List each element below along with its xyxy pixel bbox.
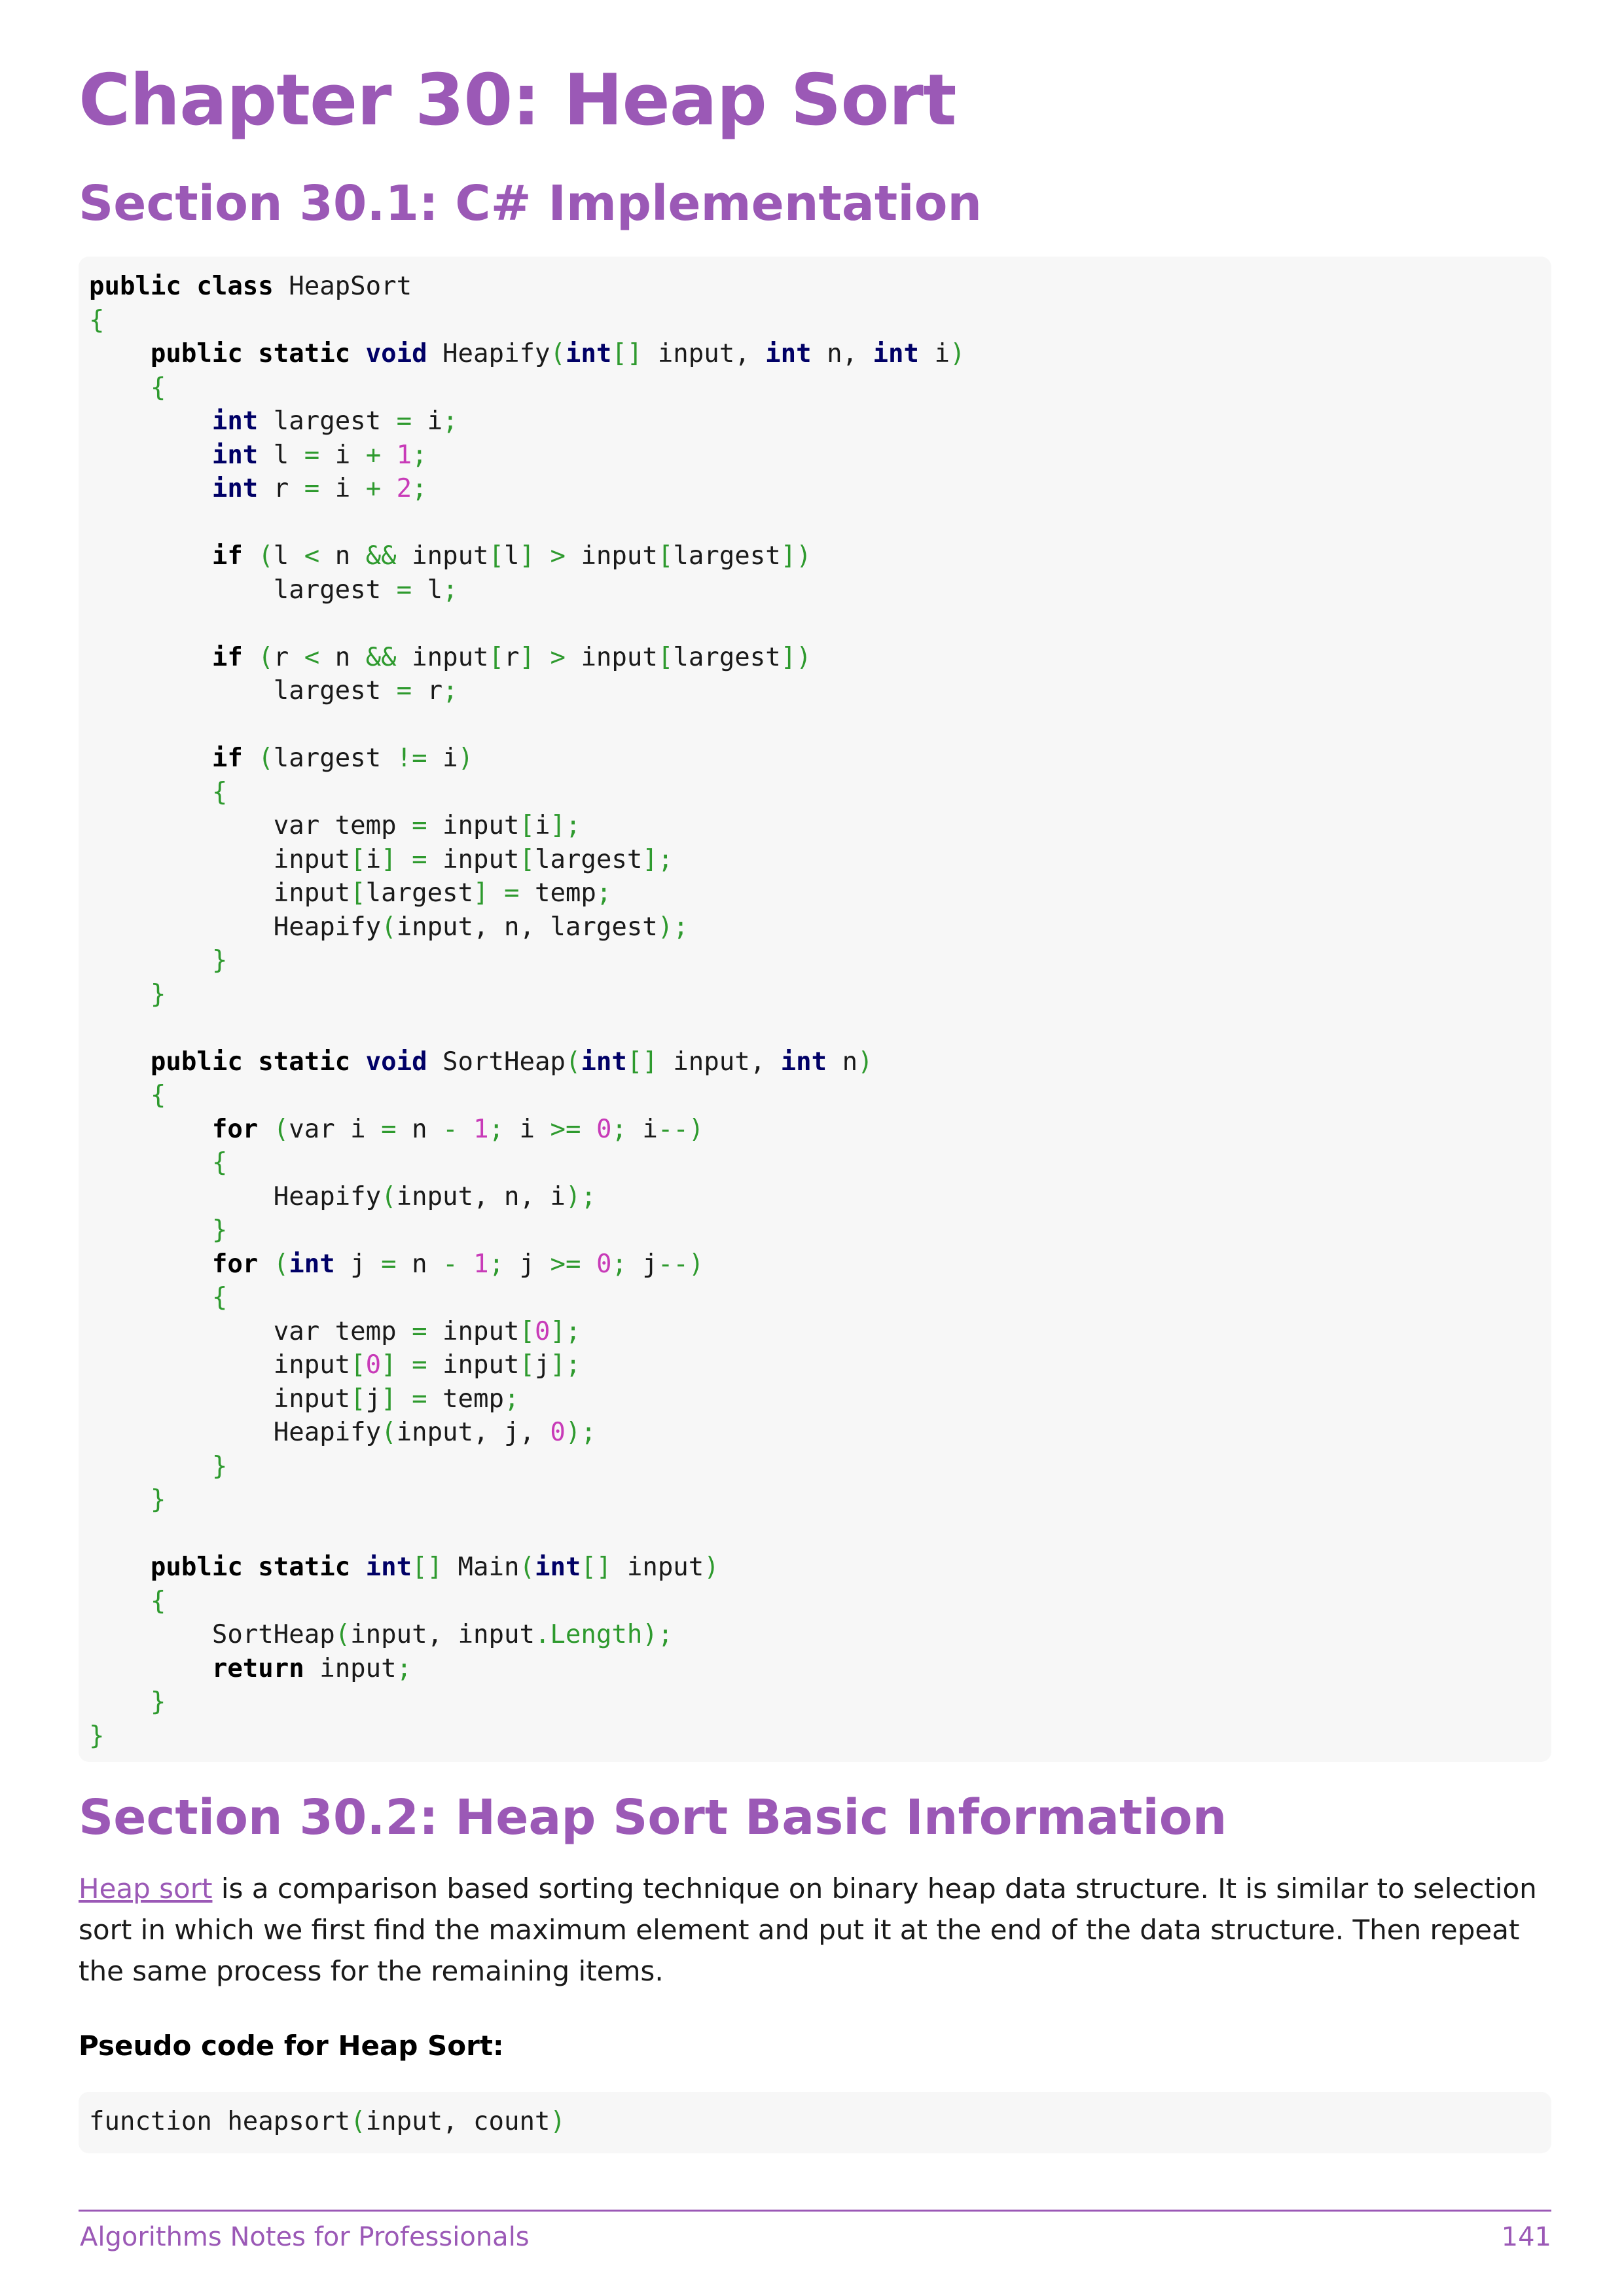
- footer-page-number: 141: [1501, 2222, 1551, 2252]
- code-line: input[i] = input[largest];: [89, 844, 674, 874]
- code-line: if (r < n && input[r] > input[largest]): [211, 642, 812, 672]
- code-line: SortHeap(input, input.Length);: [89, 1620, 674, 1649]
- pseudo-code-listing: function heapsort(input, count): [89, 2105, 1551, 2139]
- code-line: }: [150, 979, 166, 1009]
- code-line: public static void SortHeap(int[] input,…: [150, 1047, 873, 1077]
- code-line: }: [89, 1721, 105, 1751]
- code-line: var temp = input[i];: [89, 811, 581, 840]
- code-line: Heapify(input, n, largest);: [89, 912, 689, 942]
- code-line: if (largest != i): [211, 744, 474, 773]
- code-line: public static void Heapify(int[] input, …: [150, 339, 965, 368]
- pseudo-code-heading: Pseudo code for Heap Sort:: [79, 2030, 504, 2062]
- footer-book-title: Algorithms Notes for Professionals: [80, 2222, 530, 2252]
- section-title-basic-information: Section 30.2: Heap Sort Basic Informatio…: [79, 1789, 1227, 1846]
- code-line: int l = i + 1;: [211, 440, 427, 470]
- code-line: largest = l;: [89, 575, 458, 605]
- chapter-title: Chapter 30: Heap Sort: [79, 60, 956, 141]
- intro-paragraph-text: is a comparison based sorting technique …: [79, 1873, 1537, 1987]
- code-line: for (var i = n - 1; i >= 0; i--): [211, 1114, 704, 1144]
- page: Chapter 30: Heap Sort Section 30.1: C# I…: [79, 65, 1551, 2153]
- code-line: for (int j = n - 1; j >= 0; j--): [211, 1249, 704, 1279]
- code-line: {: [211, 1148, 228, 1177]
- code-line: int largest = i;: [211, 406, 458, 436]
- intro-paragraph: Heap sort is a comparison based sorting …: [79, 1868, 1551, 1992]
- code-line: {: [211, 1283, 228, 1312]
- section-title-csharp-implementation: Section 30.1: C# Implementation: [79, 175, 983, 232]
- code-line: int r = i + 2;: [211, 474, 427, 503]
- code-line: }: [211, 1451, 228, 1481]
- code-line: {: [89, 305, 105, 335]
- code-line: return input;: [211, 1653, 412, 1683]
- footer-divider: [79, 2210, 1551, 2212]
- code-line: Heapify(input, n, i);: [89, 1181, 596, 1211]
- code-line: input[0] = input[j];: [89, 1350, 581, 1380]
- code-block-pseudo: function heapsort(input, count): [79, 2092, 1551, 2153]
- code-line: {: [211, 777, 228, 807]
- code-line: }: [211, 1215, 228, 1245]
- heap-sort-link[interactable]: Heap sort: [79, 1873, 212, 1905]
- code-line: function heapsort(input, count): [89, 2107, 566, 2136]
- code-line: }: [211, 946, 228, 975]
- code-line: largest = r;: [89, 676, 458, 706]
- code-line: input[largest] = temp;: [89, 878, 612, 908]
- code-line: {: [150, 1081, 166, 1110]
- code-line: {: [150, 1586, 166, 1616]
- code-line: var temp = input[0];: [89, 1316, 581, 1346]
- code-line: }: [150, 1485, 166, 1515]
- code-line: {: [150, 372, 166, 403]
- code-line: if (l < n && input[l] > input[largest]): [211, 541, 812, 571]
- code-line: public static int[] Main(int[] input): [150, 1552, 719, 1582]
- code-line: input[j] = temp;: [89, 1384, 520, 1414]
- code-line: Heapify(input, j, 0);: [89, 1418, 596, 1447]
- code-line: }: [150, 1687, 166, 1717]
- code-block-csharp: public class HeapSort { public static vo…: [79, 257, 1551, 1762]
- code-listing: public class HeapSort { public static vo…: [89, 270, 1551, 1753]
- code-line: public class HeapSort: [89, 272, 412, 301]
